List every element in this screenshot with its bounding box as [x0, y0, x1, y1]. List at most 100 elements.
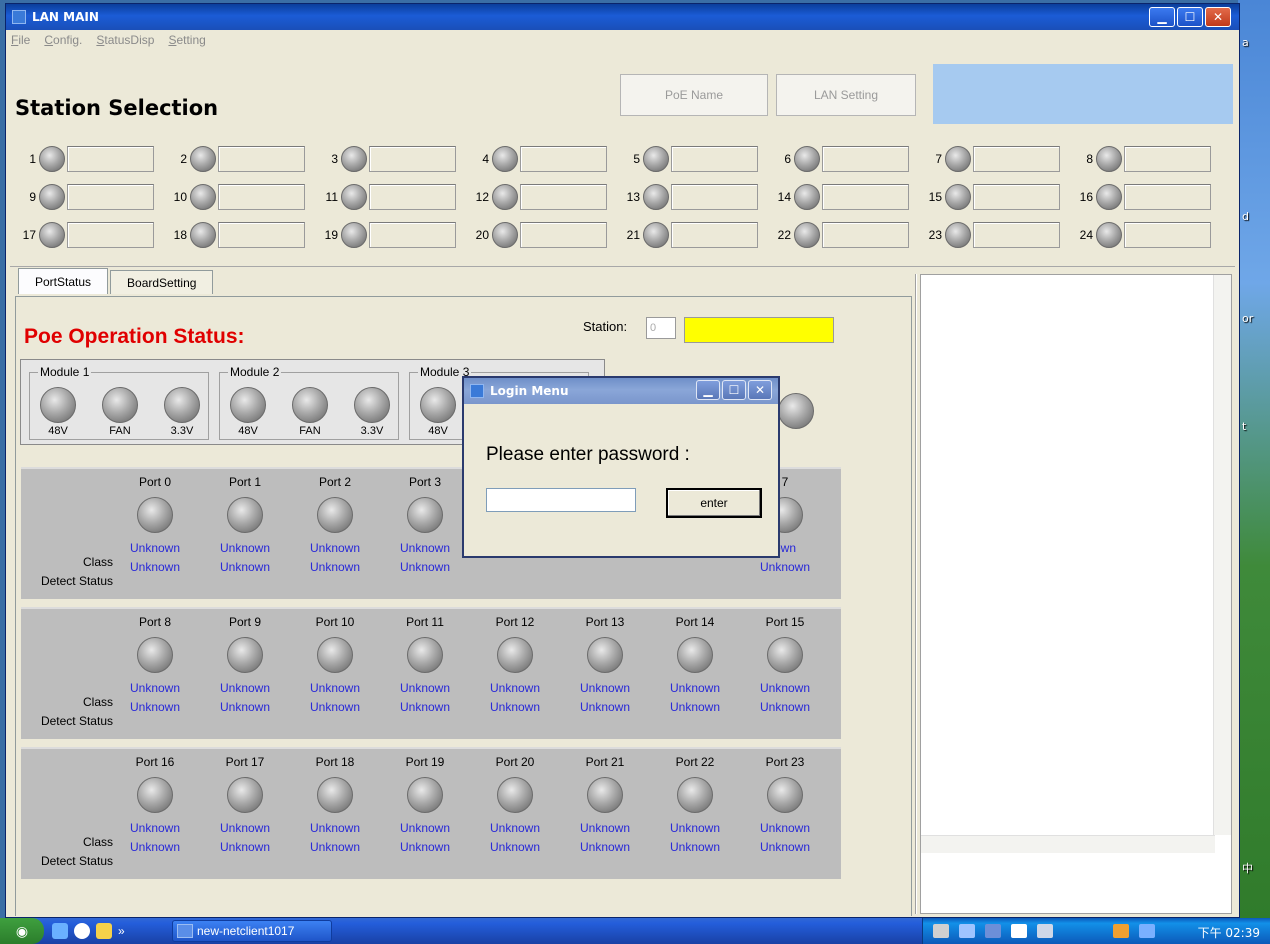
station-led[interactable] [492, 222, 518, 248]
more-chevron-icon[interactable]: » [118, 924, 125, 938]
station-23[interactable]: 23 [922, 218, 1060, 252]
station-name-box[interactable] [1124, 222, 1211, 248]
station-led[interactable] [492, 184, 518, 210]
port-led[interactable] [767, 637, 803, 673]
station-name-box[interactable] [671, 146, 758, 172]
port-led[interactable] [677, 777, 713, 813]
port-led[interactable] [227, 777, 263, 813]
port-led[interactable] [767, 777, 803, 813]
poe-name-button[interactable]: PoE Name [620, 74, 768, 116]
station-name-box[interactable] [369, 222, 456, 248]
tab-boardsetting[interactable]: BoardSetting [110, 270, 214, 294]
station-name-box[interactable] [520, 184, 607, 210]
port-led[interactable] [137, 637, 173, 673]
station-led[interactable] [643, 222, 669, 248]
station-name-box[interactable] [671, 222, 758, 248]
station-led[interactable] [945, 222, 971, 248]
station-name-box[interactable] [67, 146, 154, 172]
login-minimize-button[interactable]: ▁ [696, 380, 720, 400]
menu-setting[interactable]: Setting [168, 33, 205, 47]
station-1[interactable]: 1 [16, 142, 154, 176]
help-icon[interactable] [1011, 924, 1027, 938]
station-4[interactable]: 4 [469, 142, 607, 176]
station-led[interactable] [39, 184, 65, 210]
menu-statusdisp[interactable]: StatusDisp [96, 33, 154, 47]
port-led[interactable] [497, 637, 533, 673]
port-led[interactable] [497, 777, 533, 813]
task-button-netclient[interactable]: new-netclient1017 [172, 920, 332, 942]
maximize-button[interactable]: ☐ [1177, 7, 1203, 27]
station-name-box[interactable] [67, 222, 154, 248]
station-24[interactable]: 24 [1073, 218, 1211, 252]
station-14[interactable]: 14 [771, 180, 909, 214]
lan-setting-button[interactable]: LAN Setting [776, 74, 916, 116]
port-led[interactable] [317, 637, 353, 673]
station-17[interactable]: 17 [16, 218, 154, 252]
station-led[interactable] [643, 146, 669, 172]
station-led[interactable] [794, 184, 820, 210]
port-led[interactable] [407, 777, 443, 813]
station-name-box[interactable] [218, 184, 305, 210]
station-15[interactable]: 15 [922, 180, 1060, 214]
login-dialog-titlebar[interactable]: Login Menu ▁ ☐ ✕ [464, 378, 778, 404]
port-led[interactable] [227, 497, 263, 533]
desktop-icon-label[interactable]: d [1242, 210, 1268, 223]
log-list-panel[interactable] [920, 274, 1232, 914]
station-name-box[interactable] [218, 146, 305, 172]
login-close-button[interactable]: ✕ [748, 380, 772, 400]
station-led[interactable] [945, 184, 971, 210]
port-led[interactable] [407, 497, 443, 533]
notification-icon[interactable] [1113, 924, 1129, 938]
station-2[interactable]: 2 [167, 142, 305, 176]
station-name-box[interactable] [1124, 146, 1211, 172]
station-7[interactable]: 7 [922, 142, 1060, 176]
station-led[interactable] [190, 222, 216, 248]
station-22[interactable]: 22 [771, 218, 909, 252]
port-led[interactable] [137, 777, 173, 813]
station-led[interactable] [794, 146, 820, 172]
minimize-button[interactable]: ▁ [1149, 7, 1175, 27]
station-led[interactable] [643, 184, 669, 210]
desktop-icon-label[interactable]: a [1242, 36, 1268, 49]
menu-file[interactable]: File [11, 33, 30, 47]
login-maximize-button[interactable]: ☐ [722, 380, 746, 400]
station-20[interactable]: 20 [469, 218, 607, 252]
station-19[interactable]: 19 [318, 218, 456, 252]
station-name-box[interactable] [67, 184, 154, 210]
station-name-box[interactable] [369, 184, 456, 210]
station-name-box[interactable] [671, 184, 758, 210]
station-name-box[interactable] [369, 146, 456, 172]
enter-button[interactable]: enter [666, 488, 762, 518]
vertical-scrollbar[interactable] [1213, 275, 1231, 835]
station-led[interactable] [190, 184, 216, 210]
horizontal-scrollbar[interactable] [921, 835, 1215, 853]
station-10[interactable]: 10 [167, 180, 305, 214]
desktop-icon-label[interactable]: or [1242, 312, 1268, 325]
station-name-box[interactable] [973, 146, 1060, 172]
port-led[interactable] [227, 637, 263, 673]
station-name-box[interactable] [973, 184, 1060, 210]
station-led[interactable] [794, 222, 820, 248]
station-name-box[interactable] [218, 222, 305, 248]
station-8[interactable]: 8 [1073, 142, 1211, 176]
station-led[interactable] [39, 146, 65, 172]
ime-icon[interactable] [985, 924, 1001, 938]
station-name-box[interactable] [1124, 184, 1211, 210]
folder-icon[interactable] [96, 923, 112, 939]
station-led[interactable] [492, 146, 518, 172]
browser-icon[interactable] [74, 923, 90, 939]
port-led[interactable] [677, 637, 713, 673]
menu-config[interactable]: Config. [44, 33, 82, 47]
password-input[interactable] [486, 488, 636, 512]
station-led[interactable] [190, 146, 216, 172]
station-led[interactable] [39, 222, 65, 248]
station-13[interactable]: 13 [620, 180, 758, 214]
port-led[interactable] [407, 637, 443, 673]
station-led[interactable] [1096, 222, 1122, 248]
tab-portstatus[interactable]: PortStatus [18, 268, 109, 294]
port-led[interactable] [587, 637, 623, 673]
station-led[interactable] [1096, 146, 1122, 172]
station-16[interactable]: 16 [1073, 180, 1211, 214]
start-button[interactable]: ◉ [0, 918, 44, 944]
desktop-icon-label[interactable]: t [1242, 420, 1268, 433]
